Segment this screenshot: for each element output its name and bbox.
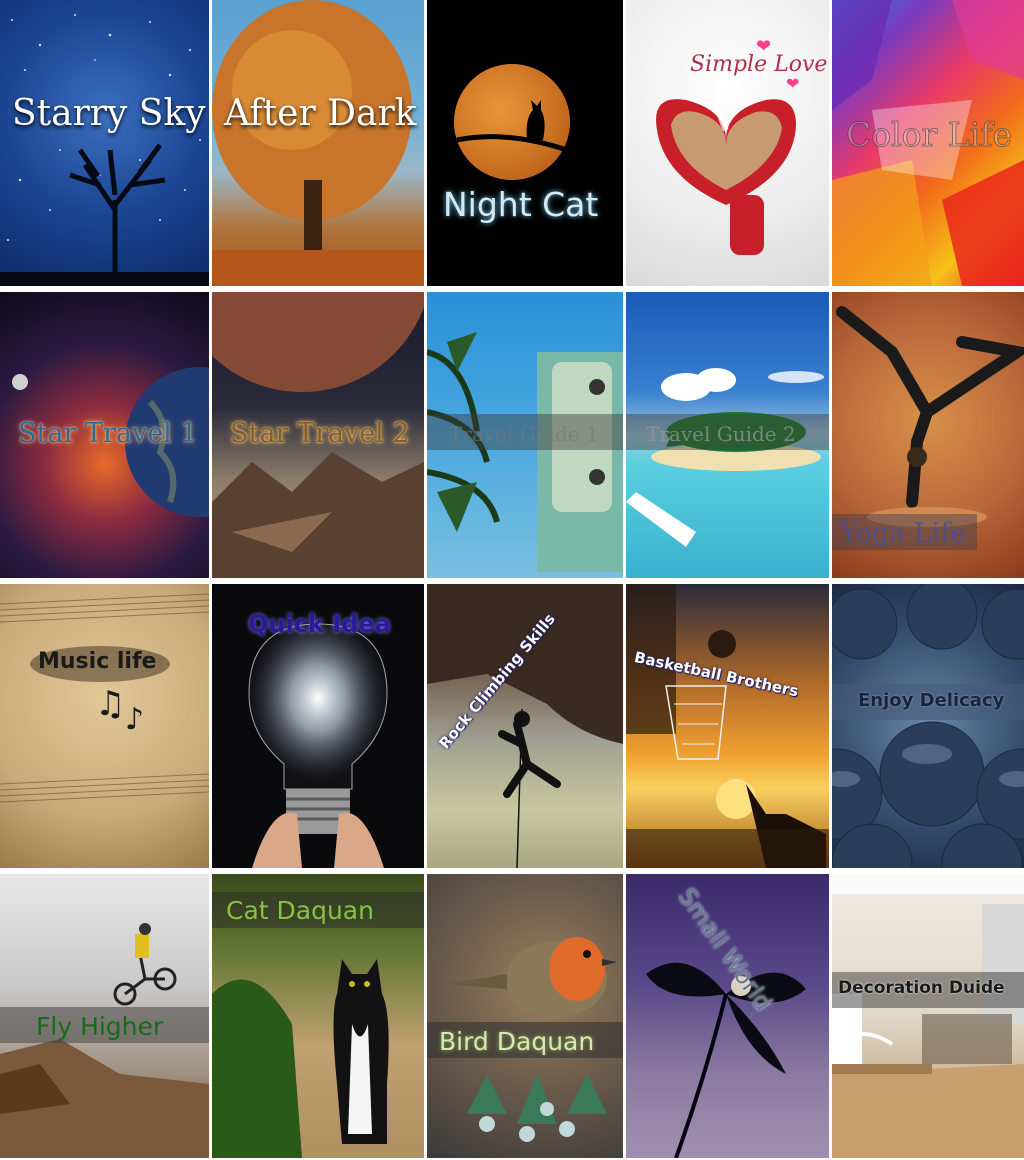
tile-quick-idea[interactable]: Quick Idea [212, 584, 424, 868]
night-cat-art [454, 64, 570, 180]
tile-fly-higher[interactable]: Fly Higher [0, 874, 209, 1158]
wallpaper-grid: Starry Sky After Dark Night Cat ❤ ❤ Simp… [0, 0, 1024, 1160]
tile-star-travel-2[interactable]: Star Travel 2 [212, 292, 424, 578]
tile-bird-daquan[interactable]: Bird Daquan [427, 874, 623, 1158]
tile-title: Travel Guide 2 [646, 422, 796, 446]
tile-title: After Dark [224, 93, 417, 134]
tile-title: Color Life [845, 115, 1013, 154]
after-dark-art [212, 0, 424, 286]
tile-starry-sky[interactable]: Starry Sky [0, 0, 209, 286]
tile-basketball-brothers[interactable]: Basketball Brothers [626, 584, 829, 868]
tile-title: Night Cat [443, 185, 599, 224]
tile-title: Quick Idea [248, 610, 391, 638]
tile-star-travel-1[interactable]: Star Travel 1 [0, 292, 209, 578]
tile-enjoy-delicacy[interactable]: Enjoy Delicacy [832, 584, 1024, 868]
music-note-icon: ♫ [95, 684, 126, 724]
tile-title: Star Travel 1 [18, 418, 198, 449]
music-note-icon: ♪ [125, 702, 145, 737]
small-world-art [646, 962, 806, 1158]
tile-yoga-life[interactable]: Yoga Life [832, 292, 1024, 578]
tile-cat-daquan[interactable]: Cat Daquan [212, 874, 424, 1158]
tile-title: Yoga Life [840, 518, 967, 549]
tile-decoration-duide[interactable]: Decoration Duide [832, 874, 1024, 1158]
enjoy-delicacy-art [832, 584, 1024, 868]
tile-night-cat[interactable]: Night Cat [427, 0, 623, 286]
starry-sky-art [0, 14, 209, 286]
tile-travel-guide-1[interactable]: Travel Guide 1 [427, 292, 623, 578]
tile-title: Music life [38, 649, 157, 674]
tile-title: Fly Higher [36, 1012, 164, 1041]
simple-love-art [656, 57, 796, 255]
music-life-art [0, 593, 209, 803]
tile-title: Cat Daquan [226, 896, 374, 925]
decoration-art [832, 874, 1024, 1158]
tile-simple-love[interactable]: ❤ ❤ Simple Love [626, 0, 829, 286]
tile-travel-guide-2[interactable]: Travel Guide 2 [626, 292, 829, 578]
tile-title: Bird Daquan [439, 1027, 595, 1056]
tile-title: Starry Sky [12, 93, 206, 134]
bird-daquan-art [447, 937, 617, 1142]
tile-title: Travel Guide 1 [449, 422, 599, 446]
tile-small-world[interactable]: Small World [626, 874, 829, 1158]
tile-after-dark[interactable]: After Dark [212, 0, 424, 286]
tile-title: Decoration Duide [838, 978, 1005, 998]
basketball-art [626, 584, 829, 868]
tile-title: Enjoy Delicacy [858, 690, 1005, 711]
tile-color-life[interactable]: Color Life [832, 0, 1024, 286]
tile-title: Star Travel 2 [230, 418, 410, 449]
tile-music-life[interactable]: ♫ ♪ Music life [0, 584, 209, 868]
tile-title: Simple Love [690, 52, 828, 77]
tile-rock-climbing[interactable]: Rock Climbing Skills [427, 584, 623, 868]
